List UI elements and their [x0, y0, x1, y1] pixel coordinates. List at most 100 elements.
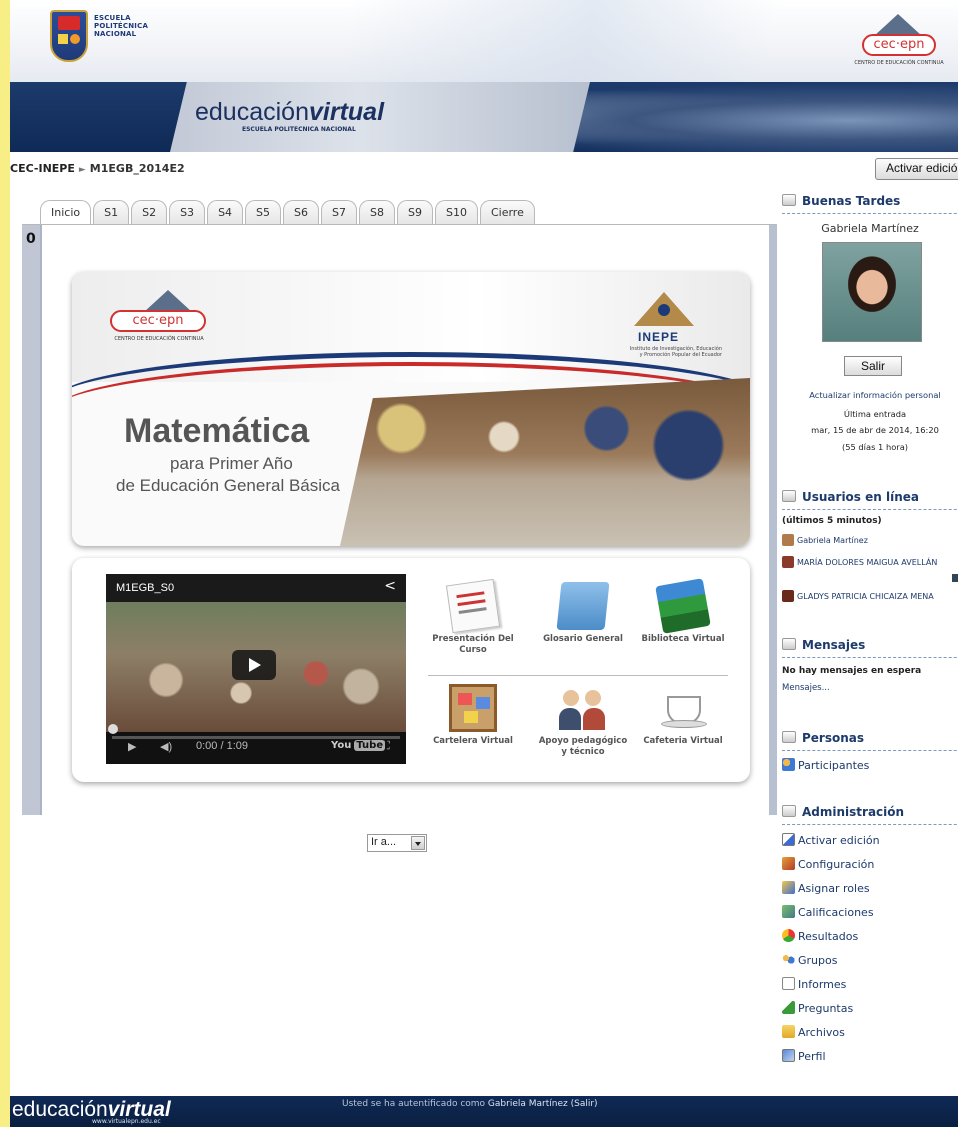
resource-presentacion[interactable]: Presentación Del Curso — [428, 578, 518, 656]
reports-icon — [782, 977, 795, 990]
tab-s3[interactable]: S3 — [169, 200, 206, 224]
section-side-right — [769, 225, 777, 815]
resource-cafeteria[interactable]: Cafeteria Virtual — [638, 684, 728, 747]
jump-to-select[interactable]: Ir a... — [367, 834, 427, 852]
block-icon — [782, 194, 796, 206]
tab-inicio[interactable]: Inicio — [40, 200, 92, 224]
online-user[interactable]: GLADYS PATRICIA CHICAIZA MENA — [782, 590, 934, 602]
chevron-down-icon[interactable] — [411, 836, 425, 850]
video-progress[interactable] — [112, 736, 400, 739]
admin-outcomes[interactable]: Resultados — [782, 929, 858, 943]
tab-s5[interactable]: S5 — [245, 200, 282, 224]
block-header-people: Personas - — [782, 731, 958, 751]
participants-link[interactable]: Participantes — [782, 758, 869, 772]
user-avatar-icon — [782, 534, 794, 546]
section-side — [22, 225, 40, 815]
outcomes-icon — [782, 929, 795, 942]
tab-s10[interactable]: S10 — [434, 200, 478, 224]
user-full-name[interactable]: Gabriela Martínez — [782, 222, 958, 235]
volume-icon[interactable]: ◀) — [160, 740, 172, 753]
admin-files[interactable]: Archivos — [782, 1025, 845, 1039]
page: ESCUELA POLITÉCNICA NACIONAL cec·epn CEN… — [10, 0, 958, 1127]
course-banner: cec·epn CENTRO DE EDUCACIÓN CONTINUA INE… — [72, 272, 750, 546]
epn-logo-text: ESCUELA POLITÉCNICA NACIONAL — [94, 14, 149, 38]
people-icon — [559, 684, 607, 732]
banner-subtitle-2: de Educación General Básica — [116, 476, 340, 495]
resource-cartelera[interactable]: Cartelera Virtual — [428, 684, 518, 747]
admin-questions[interactable]: Preguntas — [782, 1001, 853, 1015]
breadcrumb-course: M1EGB_2014E2 — [89, 162, 185, 175]
document-icon — [445, 578, 501, 634]
block-icon — [782, 490, 796, 502]
play-button-icon[interactable]: ▶ — [128, 740, 136, 753]
online-users-window: (últimos 5 minutos) — [782, 516, 882, 526]
resource-apoyo[interactable]: Apoyo pedagógico y técnico — [538, 684, 628, 758]
tab-s4[interactable]: S4 — [207, 200, 244, 224]
login-info: Usted se ha autentificado como Gabriela … — [342, 1099, 598, 1109]
youtube-logo[interactable]: You Tube — [328, 740, 386, 751]
resource-glosario[interactable]: Glosario General — [538, 582, 628, 645]
online-user[interactable]: Gabriela Martínez — [782, 534, 868, 546]
video-scrubber-handle[interactable] — [108, 724, 118, 734]
banner-subtitle-1: para Primer Año — [170, 454, 293, 473]
admin-profile[interactable]: Perfil — [782, 1049, 826, 1063]
banner-cec-logo: cec·epn CENTRO DE EDUCACIÓN CONTINUA — [108, 290, 228, 346]
breadcrumb-sep-icon: ► — [78, 165, 86, 175]
breadcrumb-root[interactable]: CEC-INEPE — [10, 162, 75, 175]
block-header-greeting: Buenas Tardes - — [782, 194, 958, 214]
grades-icon — [782, 905, 795, 918]
video-time: 0:00 / 1:09 — [196, 740, 248, 752]
fullscreen-icon[interactable]: ⛶ — [382, 740, 390, 753]
resource-biblioteca[interactable]: Biblioteca Virtual — [638, 578, 728, 645]
footer-url[interactable]: www.virtualepn.edu.ec — [92, 1118, 161, 1125]
groups-icon — [782, 953, 795, 966]
footer-user-link[interactable]: Gabriela Martínez — [488, 1099, 568, 1109]
turn-editing-on-button[interactable]: Activar edición — [875, 158, 958, 180]
tab-s8[interactable]: S8 — [359, 200, 395, 224]
cec-roof-icon — [874, 14, 922, 36]
settings-icon — [782, 857, 795, 870]
block-header-messages: Mensajes - — [782, 638, 958, 658]
user-avatar[interactable] — [822, 242, 922, 342]
logout-button[interactable]: Salir — [844, 356, 902, 376]
admin-settings[interactable]: Configuración — [782, 857, 874, 871]
tab-cierre[interactable]: Cierre — [479, 200, 535, 224]
online-user[interactable]: MARÍA DOLORES MAIGUA AVELLÁN — [782, 556, 937, 568]
tab-s7[interactable]: S7 — [321, 200, 357, 224]
banner-title: Matemática — [124, 412, 310, 450]
roles-icon — [782, 881, 795, 894]
cec-roof-icon — [144, 290, 192, 312]
admin-assign-roles[interactable]: Asignar roles — [782, 881, 870, 895]
block-header-administration: Administración - — [782, 805, 958, 825]
banner-children-photo — [340, 378, 750, 546]
share-icon[interactable]: < — [384, 578, 396, 594]
admin-turn-editing-on[interactable]: Activar edición — [782, 833, 880, 847]
play-icon[interactable] — [232, 650, 276, 680]
tab-s1[interactable]: S1 — [93, 200, 130, 224]
messages-link[interactable]: Mensajes... — [782, 683, 830, 693]
coffee-cup-icon — [659, 684, 707, 732]
tab-s2[interactable]: S2 — [131, 200, 168, 224]
block-icon — [782, 805, 796, 817]
admin-groups[interactable]: Grupos — [782, 953, 837, 967]
breadcrumb: CEC-INEPE ► M1EGB_2014E2 — [10, 162, 185, 175]
video-player[interactable]: M1EGB_S0 < ▶ ◀) 0:00 / 1:09 You Tube ⛶ — [106, 574, 406, 764]
section-number: 0 — [26, 231, 36, 247]
tab-s6[interactable]: S6 — [283, 200, 320, 224]
user-avatar-icon — [782, 556, 794, 568]
footer-logout-link[interactable]: (Salir) — [571, 1099, 598, 1109]
admin-reports[interactable]: Informes — [782, 977, 846, 991]
edit-icon — [782, 833, 795, 846]
admin-grades[interactable]: Calificaciones — [782, 905, 874, 919]
resources-card: M1EGB_S0 < ▶ ◀) 0:00 / 1:09 You Tube ⛶ Pr… — [72, 558, 750, 782]
tab-s9[interactable]: S9 — [396, 200, 433, 224]
message-icon[interactable] — [952, 574, 958, 582]
inepe-logo: INEPE Instituto de Investigación, Educac… — [622, 292, 722, 372]
site-brand-sub: ESCUELA POLITECNICA NACIONAL — [242, 126, 356, 133]
update-profile-link[interactable]: Actualizar información personal — [782, 389, 958, 402]
video-title[interactable]: M1EGB_S0 — [116, 582, 174, 594]
epn-logo[interactable]: ESCUELA POLITÉCNICA NACIONAL — [50, 10, 160, 68]
course-section-0: 0 cec·epn CENTRO DE EDUCACIÓN CONTINUA I… — [22, 225, 777, 815]
footer: educaciónvirtual www.virtualepn.edu.ec U… — [10, 1096, 958, 1127]
block-icon — [782, 638, 796, 650]
